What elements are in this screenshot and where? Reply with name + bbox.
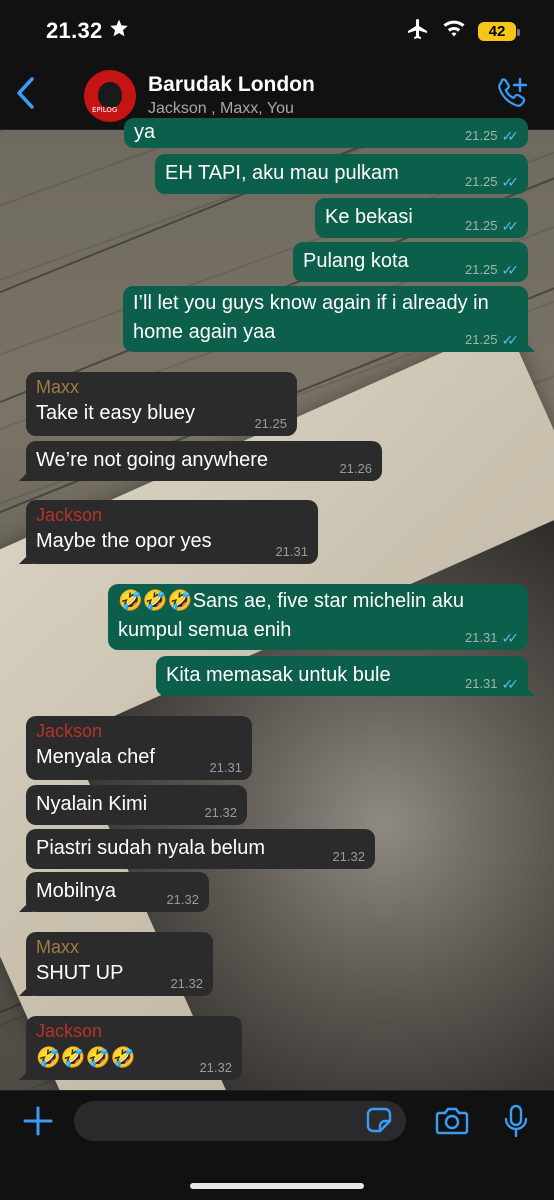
message-sender: Maxx (36, 937, 80, 957)
message-time: 21.32 (204, 805, 237, 820)
read-ticks-icon: ✓✓ (501, 174, 520, 190)
message-sender: Jackson (36, 1021, 103, 1041)
message-bubble[interactable]: Jackson Menyala chef 21.31 (26, 716, 252, 780)
message-text: Maybe the opor yes (36, 530, 212, 552)
home-indicator (190, 1183, 364, 1189)
message-bubble[interactable]: Maxx Take it easy bluey 21.25 (26, 372, 297, 436)
message-bubble[interactable]: Piastri sudah nyala belum 21.32 (26, 829, 375, 869)
read-ticks-icon: ✓✓ (501, 128, 520, 144)
message-time: 21.32 (332, 849, 365, 864)
group-avatar[interactable]: EPILOG (84, 69, 136, 122)
camera-button[interactable] (432, 1103, 472, 1143)
message-time: 21.31 (464, 630, 498, 645)
message-time: 21.32 (199, 1060, 232, 1075)
add-call-icon (495, 76, 529, 115)
message-time: 21.31 (275, 544, 308, 559)
attach-button[interactable] (18, 1103, 58, 1143)
message-time: 21.25 (464, 262, 498, 277)
message-time: 21.32 (166, 892, 199, 907)
back-button[interactable] (0, 62, 56, 130)
message-time: 21.25 (464, 174, 498, 189)
message-time: 21.25 (464, 332, 498, 347)
message-bubble[interactable]: I’ll let you guys know again if i alread… (123, 286, 528, 352)
add-call-button[interactable] (484, 68, 540, 124)
read-ticks-icon: ✓✓ (501, 630, 520, 646)
message-time: 21.32 (170, 976, 203, 991)
message-bubble[interactable]: Ke bekasi 21.25 ✓✓ (315, 198, 528, 238)
camera-icon (435, 1106, 469, 1141)
message-sender: Jackson (36, 505, 103, 525)
message-bubble[interactable]: Pulang kota 21.25 ✓✓ (293, 242, 528, 282)
message-bubble[interactable]: Nyalain Kimi 21.32 (26, 785, 247, 825)
message-time: 21.25 (464, 128, 498, 143)
sticker-button[interactable] (364, 1107, 394, 1137)
message-sender: Maxx (36, 377, 80, 397)
message-bubble[interactable]: Mobilnya 21.32 (26, 872, 209, 912)
message-bubble[interactable]: Kita memasak untuk bule 21.31 ✓✓ (156, 656, 528, 696)
message-bubble[interactable]: ya 21.25 ✓✓ (124, 118, 528, 148)
message-time: 21.25 (464, 218, 498, 233)
status-bar: 21.32 42 (0, 0, 554, 62)
message-bubble[interactable]: Maxx SHUT UP 21.32 (26, 932, 213, 996)
message-text: We’re not going anywhere (36, 449, 268, 471)
message-text: Take it easy bluey (36, 402, 195, 424)
message-bubble[interactable]: Jackson 🤣🤣🤣🤣 21.32 (26, 1016, 242, 1080)
back-chevron-icon (16, 76, 36, 115)
message-bubble[interactable]: Jackson Maybe the opor yes 21.31 (26, 500, 318, 564)
message-bubble[interactable]: We’re not going anywhere 21.26 (26, 441, 382, 481)
read-ticks-icon: ✓✓ (501, 262, 520, 278)
message-input[interactable] (74, 1101, 406, 1141)
microphone-icon (503, 1104, 529, 1143)
sticker-icon (366, 1107, 392, 1138)
message-text: 🤣🤣🤣Sans ae, five star michelin aku kumpu… (118, 590, 464, 641)
message-text: Piastri sudah nyala belum (36, 837, 266, 859)
star-icon (109, 18, 129, 44)
message-list: ya 21.25 ✓✓ EH TAPI, aku mau pulkam 21.25… (0, 118, 554, 1090)
message-time: 21.31 (209, 760, 242, 775)
read-ticks-icon: ✓✓ (501, 676, 520, 692)
microphone-button[interactable] (496, 1103, 536, 1143)
status-time: 21.32 (46, 18, 129, 44)
read-ticks-icon: ✓✓ (501, 218, 520, 234)
message-time: 21.31 (464, 676, 498, 691)
message-composer (0, 1090, 554, 1200)
group-members: Jackson , Maxx, You (148, 100, 294, 117)
group-info[interactable]: Barudak London Jackson , Maxx, You (148, 73, 484, 118)
battery-indicator: 42 (478, 21, 520, 41)
message-time: 21.26 (339, 461, 372, 476)
read-ticks-icon: ✓✓ (501, 332, 520, 348)
message-bubble[interactable]: 🤣🤣🤣Sans ae, five star michelin aku kumpu… (108, 584, 528, 650)
group-name: Barudak London (148, 73, 315, 96)
message-time: 21.25 (254, 416, 287, 431)
message-bubble[interactable]: EH TAPI, aku mau pulkam 21.25 ✓✓ (155, 154, 528, 194)
plus-icon (22, 1105, 54, 1142)
message-sender: Jackson (36, 721, 103, 741)
airplane-icon (406, 17, 430, 46)
message-text: ya (134, 121, 156, 143)
wifi-icon (442, 19, 466, 44)
